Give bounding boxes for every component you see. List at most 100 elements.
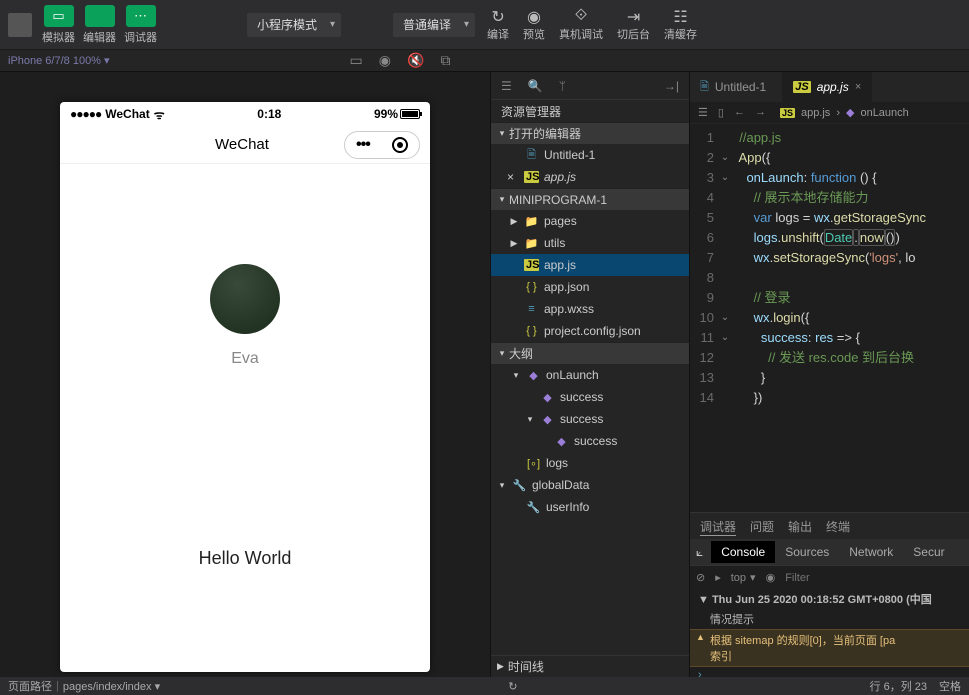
menu-dots-icon[interactable]: ••• bbox=[356, 136, 370, 154]
clear-icon[interactable]: ⊘ bbox=[696, 571, 705, 584]
page-path[interactable]: pages/index/index ▾ bbox=[63, 680, 160, 693]
compile-select[interactable]: 普通编译 bbox=[393, 13, 475, 37]
crumb-symbol[interactable]: onLaunch bbox=[860, 107, 908, 119]
toolbar-编辑器[interactable]: 编辑器 bbox=[83, 5, 116, 45]
code-editor[interactable]: 1 //app.js2⌄ App({3⌄ onLaunch: function … bbox=[690, 124, 969, 512]
close-target-icon[interactable] bbox=[392, 137, 408, 153]
status-time: 0:18 bbox=[165, 107, 374, 121]
rotate-icon[interactable]: ▭ bbox=[350, 52, 363, 69]
close-icon[interactable]: × bbox=[507, 170, 519, 184]
devtools-tab[interactable]: Network bbox=[839, 541, 903, 563]
outline-item[interactable]: ▾🔧globalData bbox=[491, 474, 689, 496]
folder-icon: 📁 bbox=[524, 215, 539, 228]
devtools-tab[interactable]: Sources bbox=[775, 541, 839, 563]
forward-icon[interactable]: → bbox=[755, 106, 766, 119]
editor-tab[interactable]: 🗎Untitled-1 bbox=[690, 72, 783, 102]
inspect-icon[interactable]: ⟀ bbox=[696, 545, 703, 560]
tree-item[interactable]: ≡app.wxss bbox=[491, 298, 689, 320]
log-subtitle: 情况提示 bbox=[690, 609, 969, 629]
log-timestamp: Thu Jun 25 2020 00:18:52 GMT+0800 (中国 bbox=[712, 594, 932, 606]
outline-item[interactable]: ◆success bbox=[491, 386, 689, 408]
indent-mode[interactable]: 空格 bbox=[939, 678, 961, 694]
tree-item[interactable]: { } project.config.json bbox=[491, 320, 689, 342]
tree-item[interactable]: JSapp.js bbox=[491, 254, 689, 276]
tree-item[interactable]: { } app.json bbox=[491, 276, 689, 298]
timeline-section[interactable]: ▶时间线 bbox=[491, 655, 689, 677]
filter-input[interactable] bbox=[785, 572, 825, 584]
console-prompt[interactable]: › bbox=[690, 667, 969, 677]
sync-icon[interactable]: ↻ bbox=[508, 680, 517, 693]
branch-icon[interactable]: ᛘ bbox=[559, 79, 566, 93]
detach-icon[interactable]: ⧉ bbox=[440, 52, 450, 69]
json-icon: { } bbox=[524, 281, 539, 293]
devtools-tab[interactable]: Secur bbox=[903, 541, 954, 563]
outline-item[interactable]: 🔧userInfo bbox=[491, 496, 689, 518]
top-toolbar: ▭模拟器编辑器⋯调试器 小程序模式 普通编译 ↻编译 ◉预览 ⟐真机调试 ⇥切后台 ☷清… bbox=[0, 0, 969, 50]
toolbar-编译[interactable]: ↻编译 bbox=[487, 7, 509, 42]
toolbar-调试器[interactable]: ⋯调试器 bbox=[124, 5, 157, 45]
symbol-label: success bbox=[560, 390, 603, 404]
file-label: app.json bbox=[544, 280, 589, 294]
mute-icon[interactable]: 🔇 bbox=[407, 52, 424, 69]
record-icon[interactable]: ◉ bbox=[379, 52, 391, 69]
toolbar-预览[interactable]: ◉预览 bbox=[523, 7, 545, 42]
outline-section[interactable]: ▾大纲 bbox=[491, 342, 689, 364]
avatar[interactable] bbox=[210, 264, 280, 334]
panel-tab[interactable]: 终端 bbox=[826, 518, 850, 535]
json-icon: { } bbox=[524, 325, 539, 337]
symbol-label: success bbox=[574, 434, 617, 448]
chevron-right-icon: › bbox=[836, 107, 840, 119]
device-bar: iPhone 6/7/8 100% ▾ ▭ ◉ 🔇 ⧉ bbox=[0, 50, 969, 72]
collapse-icon[interactable]: →| bbox=[664, 79, 679, 93]
open-editor-item[interactable]: 🗎Untitled-1 bbox=[491, 144, 689, 166]
open-editor-item[interactable]: ×JSapp.js bbox=[491, 166, 689, 188]
list-icon[interactable]: ☰ bbox=[501, 79, 512, 93]
battery-percent: 99% bbox=[374, 107, 398, 121]
phone-frame: ●●●●● WeChat ᯤ 0:18 99% WeChat ••• Eva H… bbox=[60, 102, 430, 672]
symbol-label: success bbox=[560, 412, 603, 426]
device-select[interactable]: iPhone 6/7/8 100% ▾ bbox=[8, 54, 110, 67]
close-icon[interactable]: × bbox=[855, 81, 861, 93]
open-editors-section[interactable]: ▾打开的编辑器 bbox=[491, 122, 689, 144]
tree-item[interactable]: ▶📁pages bbox=[491, 210, 689, 232]
outline-item[interactable]: ▾◆success bbox=[491, 408, 689, 430]
devtools-tab[interactable]: Console bbox=[711, 541, 775, 563]
bookmark-icon[interactable]: ▯ bbox=[718, 106, 724, 119]
editor-tab[interactable]: JSapp.js× bbox=[783, 72, 872, 102]
back-icon[interactable]: ← bbox=[734, 106, 745, 119]
outline-item[interactable]: [∘]logs bbox=[491, 452, 689, 474]
search-icon[interactable]: 🔍 bbox=[528, 79, 543, 93]
crumb-file[interactable]: app.js bbox=[801, 107, 830, 119]
status-bar: 页面路径 | pages/index/index ▾ ↻ 行 6，列 23 空格 bbox=[0, 677, 969, 695]
toolbar-切后台[interactable]: ⇥切后台 bbox=[617, 7, 650, 42]
symbol-label: globalData bbox=[532, 478, 589, 492]
folder-icon: 📁 bbox=[524, 237, 539, 250]
wifi-icon: ᯤ bbox=[154, 106, 165, 123]
app-logo bbox=[8, 13, 32, 37]
context-select[interactable]: top ▾ bbox=[731, 571, 756, 584]
menu-icon[interactable]: ☰ bbox=[698, 106, 708, 119]
mode-select[interactable]: 小程序模式 bbox=[247, 13, 341, 37]
html-icon: ≡ bbox=[524, 303, 539, 315]
capsule-menu[interactable]: ••• bbox=[344, 131, 420, 159]
project-section[interactable]: ▾MINIPROGRAM-1 bbox=[491, 188, 689, 210]
wrench-icon: 🔧 bbox=[512, 479, 527, 492]
tree-item[interactable]: ▶📁utils bbox=[491, 232, 689, 254]
file-label: pages bbox=[544, 214, 577, 228]
panel-tab[interactable]: 输出 bbox=[788, 518, 812, 535]
eye-icon[interactable]: ◉ bbox=[766, 571, 776, 584]
toolbar-清缓存[interactable]: ☷清缓存 bbox=[664, 7, 697, 42]
battery-icon bbox=[400, 109, 420, 119]
panel-tab[interactable]: 调试器 bbox=[700, 518, 736, 535]
file-label: project.config.json bbox=[544, 324, 641, 338]
outline-item[interactable]: ▾◆onLaunch bbox=[491, 364, 689, 386]
toolbar-模拟器[interactable]: ▭模拟器 bbox=[42, 5, 75, 45]
cursor-position[interactable]: 行 6，列 23 bbox=[870, 678, 927, 694]
play-icon[interactable]: ▸ bbox=[715, 571, 721, 584]
carrier-label: WeChat bbox=[105, 107, 149, 121]
panel-tab[interactable]: 问题 bbox=[750, 518, 774, 535]
outline-item[interactable]: ◆success bbox=[491, 430, 689, 452]
console-warning: 根据 sitemap 的规则[0]，当前页面 [pa 索引 bbox=[690, 629, 969, 667]
toolbar-真机调试[interactable]: ⟐真机调试 bbox=[559, 7, 603, 42]
cube-icon: ◆ bbox=[526, 369, 541, 382]
